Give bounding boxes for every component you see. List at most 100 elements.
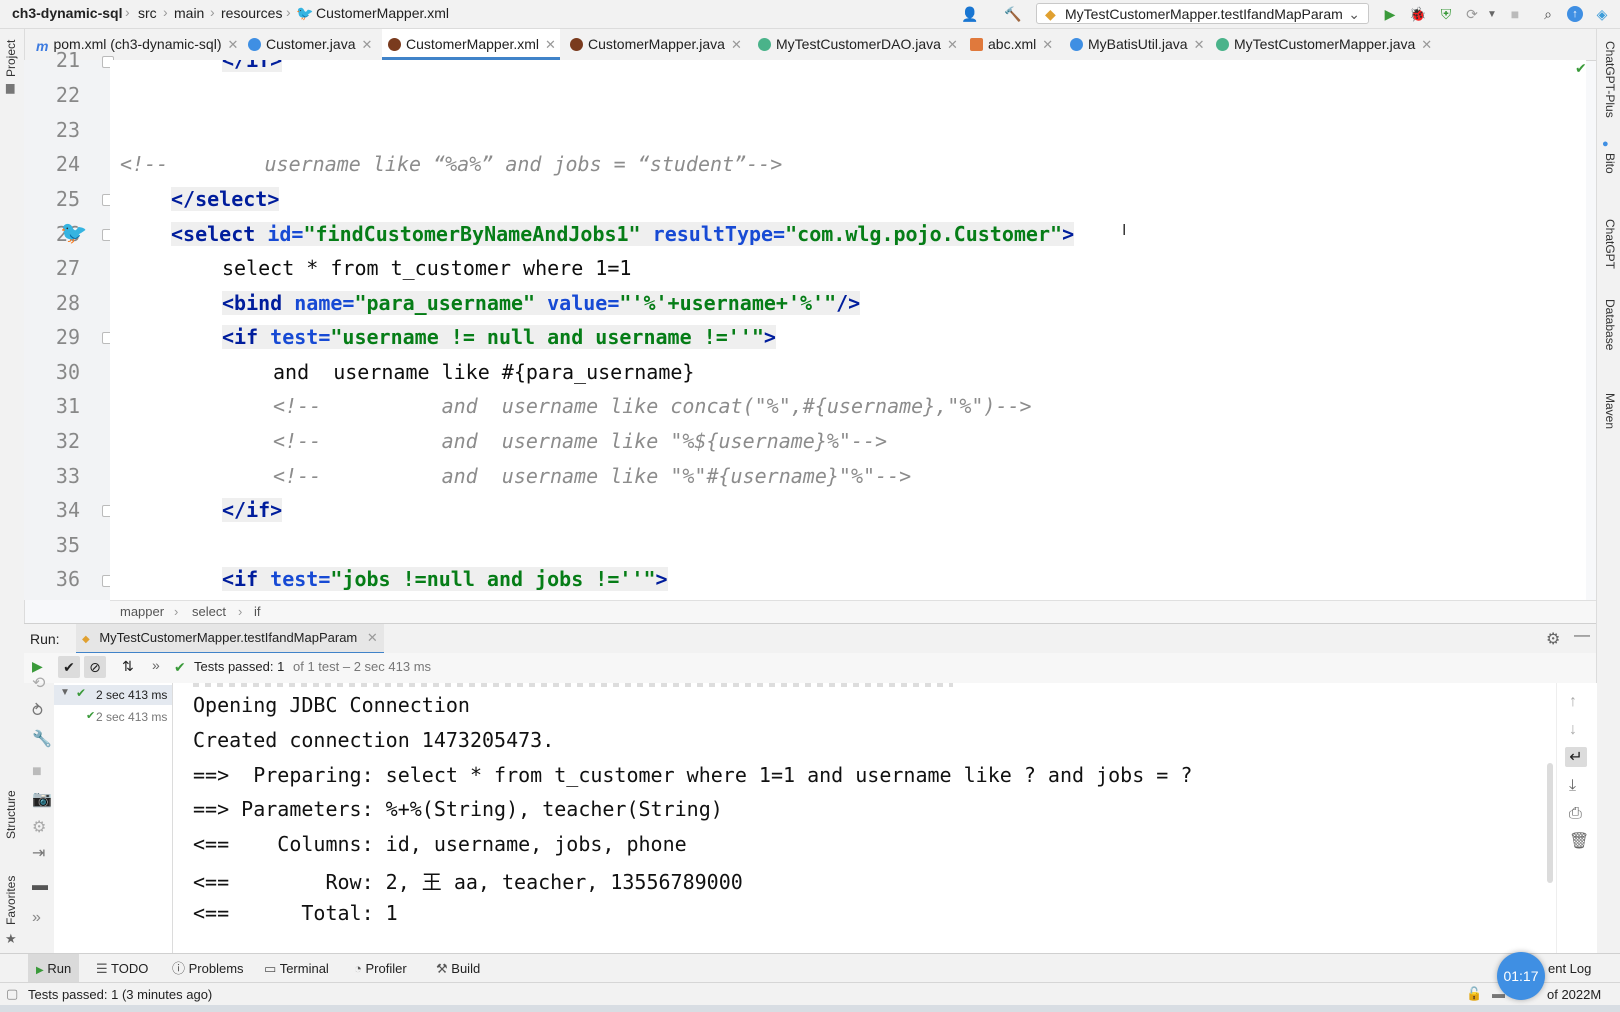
tab-mytestcustomerdao-java[interactable]: MyTestCustomerDAO.java ✕ [752, 29, 960, 60]
toggle-auto-test-icon[interactable]: ⥁ [32, 701, 43, 721]
run-configuration-select[interactable]: ◆ MyTestCustomerMapper.testIfandMapParam… [1036, 3, 1369, 24]
tab-customer-java[interactable]: Customer.java ✕ [242, 29, 378, 60]
code-line-36: <if test="jobs !=null and jobs !=''"> [222, 567, 668, 591]
build-hammer-icon[interactable]: 🔨 [1003, 4, 1023, 24]
breadcrumb-select[interactable]: select [192, 604, 226, 619]
chevron-down-icon[interactable]: ▼ [60, 687, 70, 698]
minimize-icon[interactable]: — [1574, 627, 1590, 645]
more-icon[interactable]: » [32, 909, 41, 927]
chevron-down-icon[interactable]: ▼ [1482, 4, 1502, 24]
arrow-up-icon[interactable]: ↑ [1569, 693, 1577, 711]
mybatis-gutter-icon[interactable]: 🐦 [60, 220, 87, 246]
maven-tool-button[interactable]: Maven [1603, 393, 1617, 429]
line-number: 32 [55, 429, 80, 453]
tab-abc-xml[interactable]: abc.xml ✕ [964, 29, 1060, 60]
close-icon[interactable]: ✕ [228, 37, 239, 52]
stop-icon[interactable]: ■ [1505, 4, 1525, 24]
tab-terminal[interactable]: ▭ Terminal [256, 954, 337, 983]
soft-wrap-icon[interactable]: ↵ [1565, 747, 1587, 767]
gear-icon[interactable]: ⚙ [1546, 629, 1560, 649]
nav-resources[interactable]: resources [221, 5, 282, 21]
code-line-33: <!-- and username like "%"#{username}"%"… [273, 464, 912, 488]
chatgpt-tool-button[interactable]: ChatGPT [1603, 219, 1617, 269]
nav-src[interactable]: src [138, 5, 157, 21]
rerun-failed-icon[interactable]: ⟲ [32, 673, 45, 693]
expand-icon[interactable]: » [152, 657, 160, 673]
stop-icon[interactable]: ■ [32, 763, 42, 781]
xml-tag: > [655, 567, 668, 591]
console-line: <== Row: 2, 王 aa, teacher, 13556789000 [193, 870, 743, 894]
search-icon[interactable]: ⌕ [1538, 4, 1558, 24]
sort-icon[interactable]: ⇅ [122, 658, 134, 675]
arrow-down-icon[interactable]: ↓ [1569, 721, 1577, 739]
wrench-icon[interactable]: 🔧 [32, 729, 52, 749]
close-icon[interactable]: ✕ [731, 37, 742, 52]
tab-profiler[interactable]: ◔ Profiler [346, 954, 415, 983]
status-panel-icon[interactable]: ▢ [6, 986, 18, 1002]
tab-customermapper-xml[interactable]: CustomerMapper.xml ✕ [382, 29, 560, 60]
memory-indicator[interactable]: of 2022M [1547, 987, 1601, 1002]
breadcrumb-separator: › [174, 604, 179, 619]
camera-icon[interactable]: 📷 [32, 789, 52, 809]
nav-file[interactable]: CustomerMapper.xml [316, 5, 449, 21]
line-number: 30 [55, 360, 80, 384]
print-icon[interactable]: ⎙ [1569, 805, 1582, 823]
tree-root-row[interactable]: ▼ ✔ 2 sec 413 ms [54, 685, 172, 705]
exit-icon[interactable]: ⇥ [32, 843, 45, 863]
run-console[interactable]: Opening JDBC Connection Created connecti… [173, 683, 1556, 953]
scroll-to-end-icon[interactable]: ⤓ [1569, 777, 1576, 795]
close-icon[interactable]: ✕ [1421, 37, 1432, 52]
show-ignored-toggle[interactable]: ⊘ [84, 656, 106, 678]
plugin-icon[interactable]: ◈ [1592, 4, 1612, 24]
close-icon[interactable]: ✕ [361, 37, 372, 52]
tab-mytestcustomermapper-java[interactable]: MyTestCustomerMapper.java ✕ [1210, 29, 1436, 60]
debug-icon[interactable]: 🐞 [1408, 4, 1428, 24]
run-tab[interactable]: ◆ MyTestCustomerMapper.testIfandMapParam… [76, 624, 384, 655]
close-icon[interactable]: ✕ [1042, 37, 1053, 52]
trash-icon[interactable]: 🗑 [1569, 831, 1589, 851]
coverage-icon[interactable]: ⛨ [1436, 4, 1456, 24]
taskbar-sliver [0, 1005, 1620, 1012]
recording-timer-badge[interactable]: 01:17 [1497, 952, 1545, 1000]
tab-build[interactable]: ⚒ Build [428, 954, 488, 983]
breadcrumb-if[interactable]: if [254, 604, 261, 619]
chatgpt-plus-tool-button[interactable]: ChatGPT-Plus [1603, 41, 1617, 118]
status-message[interactable]: Tests passed: 1 (3 minutes ago) [28, 987, 212, 1002]
gear-icon[interactable]: ⚙ [32, 817, 46, 837]
close-icon[interactable]: ✕ [367, 630, 378, 645]
tree-child-row[interactable]: ✔ 2 sec 413 ms [54, 707, 172, 727]
code-line-28: <bind name="para_username" value="'%'+us… [222, 291, 861, 315]
show-passed-toggle[interactable]: ✔ [58, 656, 80, 678]
nav-main[interactable]: main [174, 5, 204, 21]
run-icon[interactable]: ▶ [1380, 4, 1400, 24]
nav-project[interactable]: ch3-dynamic-sql [12, 5, 122, 21]
code-line-27: select * from t_customer where 1=1 [222, 256, 632, 280]
tab-mybatisutil-java[interactable]: MyBatisUtil.java ✕ [1064, 29, 1206, 60]
tab-customermapper-java[interactable]: CustomerMapper.java ✕ [564, 29, 748, 60]
code-line-24: <!-- username like “%a%” and jobs = “stu… [120, 152, 783, 176]
database-tool-button[interactable]: Database [1603, 299, 1617, 350]
breadcrumb-mapper[interactable]: mapper [120, 604, 164, 619]
close-icon[interactable]: ✕ [1194, 37, 1205, 52]
bito-tool-button[interactable]: Bito [1603, 153, 1617, 174]
lock-icon[interactable]: 🔓 [1466, 986, 1482, 1002]
structure-tool-button[interactable]: Structure [4, 790, 18, 839]
user-icon[interactable]: 👤 [960, 4, 980, 24]
event-log-button[interactable]: ent Log [1548, 961, 1591, 976]
line-number: 22 [55, 83, 80, 107]
tab-problems[interactable]: ⓘ Problems [164, 954, 252, 983]
profile-icon[interactable]: ⟳ [1462, 4, 1482, 24]
editor-tabs: m pom.xml (ch3-dynamic-sql) ✕ Customer.jav… [24, 29, 1596, 61]
xml-attr: resultType= [640, 222, 786, 246]
tab-todo[interactable]: ☰ TODO [88, 954, 156, 983]
layout-icon[interactable]: ▬ [32, 877, 48, 895]
project-tool-button[interactable]: Project [4, 40, 18, 77]
favorites-tool-button[interactable]: Favorites [4, 876, 18, 925]
code-editor[interactable]: </if> <!-- username like “%a%” and jobs … [110, 60, 1586, 600]
console-scrollbar[interactable] [1547, 763, 1553, 883]
console-line: <== Columns: id, username, jobs, phone [193, 832, 687, 856]
close-icon[interactable]: ✕ [947, 37, 958, 52]
close-icon[interactable]: ✕ [545, 37, 556, 52]
tab-run[interactable]: ▶ Run [28, 954, 80, 983]
update-icon[interactable]: ↑ [1565, 4, 1585, 24]
